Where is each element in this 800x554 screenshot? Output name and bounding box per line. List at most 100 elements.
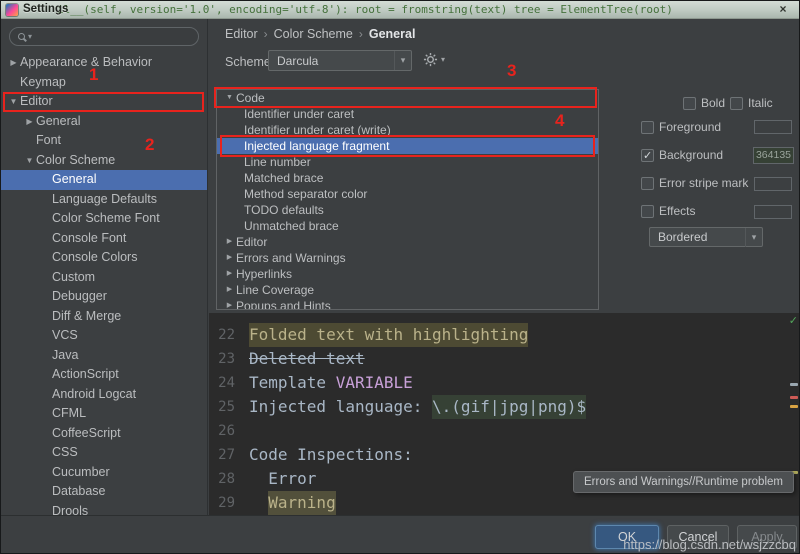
sidebar-item[interactable]: Console Font (1, 229, 207, 249)
checkbox-box[interactable] (730, 97, 743, 110)
option-tree-row[interactable]: ▶ Errors and Warnings (217, 250, 598, 266)
stripe-mark[interactable] (790, 396, 798, 399)
sidebar-item[interactable]: Keymap (1, 73, 207, 93)
warning-sample[interactable]: Warning (268, 491, 335, 515)
sidebar-item-label: ActionScript (52, 365, 119, 385)
settings-search[interactable]: ▾ (9, 27, 199, 46)
checkbox-box[interactable] (641, 121, 654, 134)
scheme-actions-button[interactable]: ▾ (423, 52, 445, 67)
option-tree-row[interactable]: ▶ Popups and Hints (217, 298, 598, 310)
sidebar-item[interactable]: Cucumber (1, 463, 207, 483)
tooltip: Errors and Warnings//Runtime problem (573, 471, 794, 493)
foreground-checkbox[interactable]: Foreground (641, 120, 721, 134)
preview-line[interactable]: 22 Folded text with highlighting (209, 323, 800, 347)
option-label: Popups and Hints (236, 298, 331, 310)
sidebar-item[interactable]: Drools (1, 502, 207, 516)
preview-line[interactable]: 25 Injected language: \.(gif|jpg|png)$ (209, 395, 800, 419)
checkbox-box[interactable] (683, 97, 696, 110)
template-text[interactable]: Template (249, 371, 336, 395)
search-history-chevron-icon[interactable]: ▾ (28, 32, 32, 41)
sidebar-item[interactable]: Color Scheme Font (1, 209, 207, 229)
sidebar-item[interactable]: Language Defaults (1, 190, 207, 210)
checkbox-box[interactable] (641, 205, 654, 218)
error-sample[interactable]: Error (268, 467, 316, 491)
error-stripe-checkbox[interactable]: Error stripe mark (641, 176, 748, 190)
option-label: Identifier under caret (244, 106, 354, 122)
injected-label-text[interactable]: Injected language: (249, 395, 432, 419)
sidebar-item[interactable]: CSS (1, 443, 207, 463)
close-icon[interactable]: × (775, 2, 791, 17)
effects-style-select[interactable]: Bordered ▾ (649, 227, 763, 247)
sidebar-item[interactable]: ActionScript (1, 365, 207, 385)
foreground-color-swatch[interactable] (754, 120, 792, 134)
sidebar-item-label: CFML (52, 404, 86, 424)
background-checkbox[interactable]: ✓ Background (641, 148, 723, 162)
sidebar-item[interactable]: Diff & Merge (1, 307, 207, 327)
folded-text-sample[interactable]: Folded text with highlighting (249, 323, 528, 347)
effects-checkbox[interactable]: Effects (641, 204, 695, 218)
sidebar-item[interactable]: Custom (1, 268, 207, 288)
italic-checkbox[interactable]: Italic (730, 96, 773, 110)
sidebar-item[interactable]: Android Logcat (1, 385, 207, 405)
breadcrumb-color-scheme[interactable]: Color Scheme (274, 27, 353, 41)
breadcrumb-editor[interactable]: Editor (225, 27, 258, 41)
titlebar: il__(self, version='1.0', encoding='utf-… (1, 1, 799, 19)
expand-arrow-icon: ▼ (223, 90, 236, 106)
sidebar-item[interactable]: VCS (1, 326, 207, 346)
scheme-select[interactable]: Darcula ▾ (268, 50, 412, 71)
line-number: 29 (209, 491, 249, 515)
option-tree-row[interactable]: Line number (217, 154, 598, 170)
option-tree-row[interactable]: ▶ Line Coverage (217, 282, 598, 298)
option-tree-row[interactable]: Identifier under caret (write) (217, 122, 598, 138)
sidebar-item-label: Console Colors (52, 248, 137, 268)
checkbox-box[interactable]: ✓ (641, 149, 654, 162)
injected-language-sample[interactable]: \.(gif|jpg|png)$ (432, 395, 586, 419)
option-label: Line Coverage (236, 282, 314, 298)
sidebar-item[interactable]: Java (1, 346, 207, 366)
gear-icon (423, 52, 438, 67)
background-color-field[interactable]: 364135 (753, 147, 794, 164)
sidebar-item-label: Language Defaults (52, 190, 157, 210)
error-stripe-color-swatch[interactable] (754, 177, 792, 191)
option-tree-row[interactable]: ▼ Code (217, 90, 598, 106)
sidebar-item[interactable]: ▼ Color Scheme (1, 151, 207, 171)
sidebar-item[interactable]: CFML (1, 404, 207, 424)
option-tree-row[interactable]: Method separator color (217, 186, 598, 202)
sidebar-item[interactable]: Database (1, 482, 207, 502)
option-tree-row[interactable]: ▶ Hyperlinks (217, 266, 598, 282)
option-tree-row[interactable]: Matched brace (217, 170, 598, 186)
option-tree-row[interactable]: TODO defaults (217, 202, 598, 218)
preview-line[interactable]: 29 Warning (209, 491, 800, 515)
option-tree-row[interactable]: Injected language fragment (217, 138, 598, 154)
preview-line[interactable]: 26 (209, 419, 800, 443)
sidebar-item-label: Diff & Merge (52, 307, 121, 327)
preview-line[interactable]: 27 Code Inspections: (209, 443, 800, 467)
stripe-mark[interactable] (790, 405, 798, 408)
option-tree-row[interactable]: Identifier under caret (217, 106, 598, 122)
option-tree-row[interactable]: ▶ Editor (217, 234, 598, 250)
sidebar-item[interactable]: General (1, 170, 207, 190)
sidebar-item[interactable]: ▶ General (1, 112, 207, 132)
stripe-mark[interactable] (790, 383, 798, 386)
sidebar-item[interactable]: Font (1, 131, 207, 151)
sidebar-item[interactable]: ▶ Appearance & Behavior (1, 53, 207, 73)
checkbox-box[interactable] (641, 177, 654, 190)
option-tree-row[interactable]: Unmatched brace (217, 218, 598, 234)
template-variable-sample[interactable]: VARIABLE (336, 371, 413, 395)
sidebar-item[interactable]: CoffeeScript (1, 424, 207, 444)
code-inspections-text[interactable]: Code Inspections: (249, 443, 413, 467)
option-label: Method separator color (244, 186, 367, 202)
preview-line[interactable]: 23 Deleted text (209, 347, 800, 371)
sidebar-item[interactable]: ▼ Editor (1, 92, 207, 112)
deleted-text-sample[interactable]: Deleted text (249, 347, 365, 371)
expand-arrow-icon: ▼ (23, 151, 36, 171)
sidebar-item[interactable]: Console Colors (1, 248, 207, 268)
bold-checkbox[interactable]: Bold (683, 96, 725, 110)
settings-tree: ▶ Appearance & Behavior Keymap ▼ Editor … (1, 53, 207, 515)
preview-line[interactable]: 24 Template VARIABLE (209, 371, 800, 395)
search-input[interactable] (35, 30, 190, 44)
sidebar-item-label: Database (52, 482, 106, 502)
effects-color-swatch[interactable] (754, 205, 792, 219)
app-icon (6, 4, 18, 16)
sidebar-item[interactable]: Debugger (1, 287, 207, 307)
